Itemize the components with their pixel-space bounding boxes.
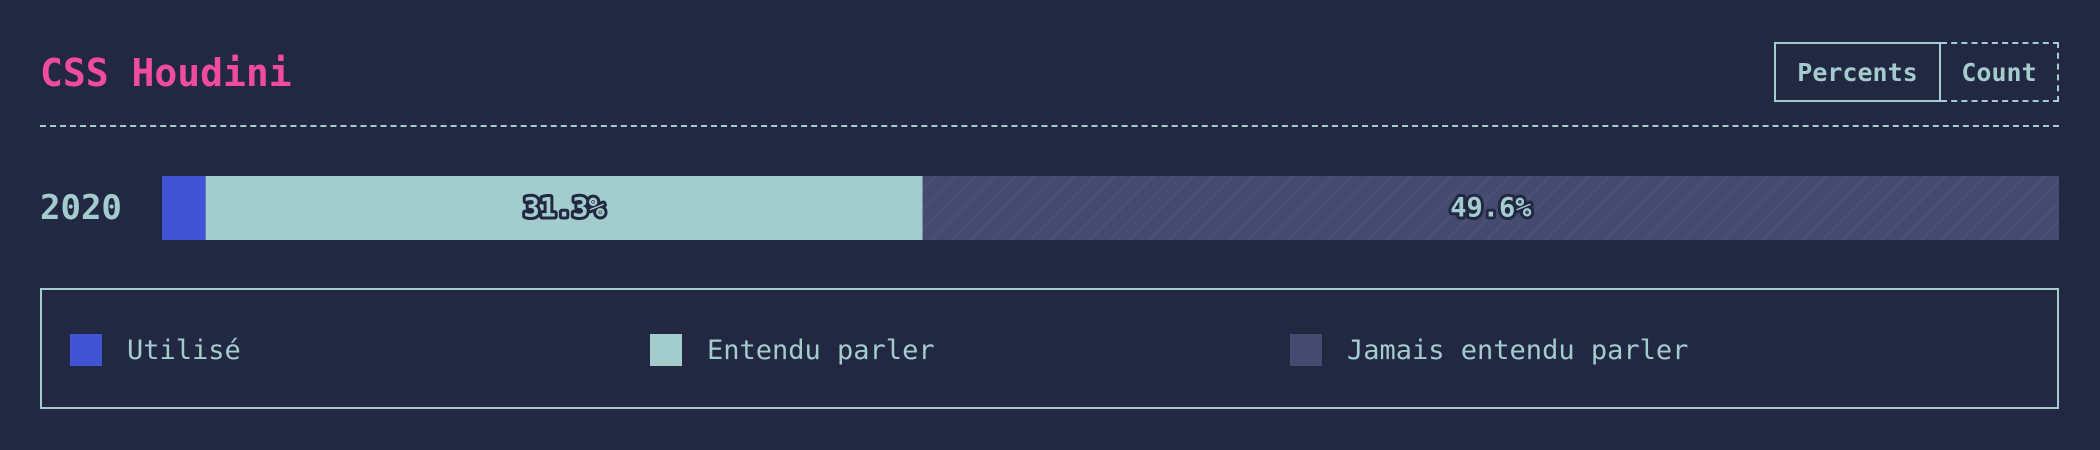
- chart-legend: Utilisé Entendu parler Jamais entendu pa…: [40, 288, 2059, 409]
- bar-value-label-never-heard: 49.6%: [1450, 193, 1532, 224]
- legend-swatch-heard: [650, 334, 682, 366]
- legend-swatch-never-heard: [1290, 334, 1322, 366]
- legend-swatch-used: [70, 334, 102, 366]
- year-label: 2020: [40, 188, 122, 228]
- legend-item-used[interactable]: Utilisé: [70, 334, 241, 366]
- legend-label-used: Utilisé: [127, 334, 241, 366]
- unit-toggle-group: Percents Count: [1774, 42, 2059, 102]
- count-toggle-button[interactable]: Count: [1941, 42, 2059, 102]
- bar-value-label-heard: 31.3%: [524, 193, 606, 224]
- chart-header: CSS Houdini Percents Count: [40, 40, 2059, 104]
- stacked-bar-area: 31.3% 49.6%: [162, 176, 2059, 240]
- chart-title: CSS Houdini: [40, 51, 292, 95]
- percents-toggle-button[interactable]: Percents: [1774, 42, 1941, 102]
- header-divider: [40, 125, 2059, 127]
- legend-label-heard: Entendu parler: [707, 334, 935, 366]
- bar-segment-used[interactable]: [162, 176, 206, 240]
- chart-row-2020: 2020 31.3% 49.6%: [40, 176, 2059, 240]
- stacked-bar-chart: 31.3% 49.6%: [162, 176, 2059, 240]
- legend-label-never-heard: Jamais entendu parler: [1347, 334, 1689, 366]
- legend-item-heard[interactable]: Entendu parler: [650, 334, 935, 366]
- legend-item-never-heard[interactable]: Jamais entendu parler: [1290, 334, 1688, 366]
